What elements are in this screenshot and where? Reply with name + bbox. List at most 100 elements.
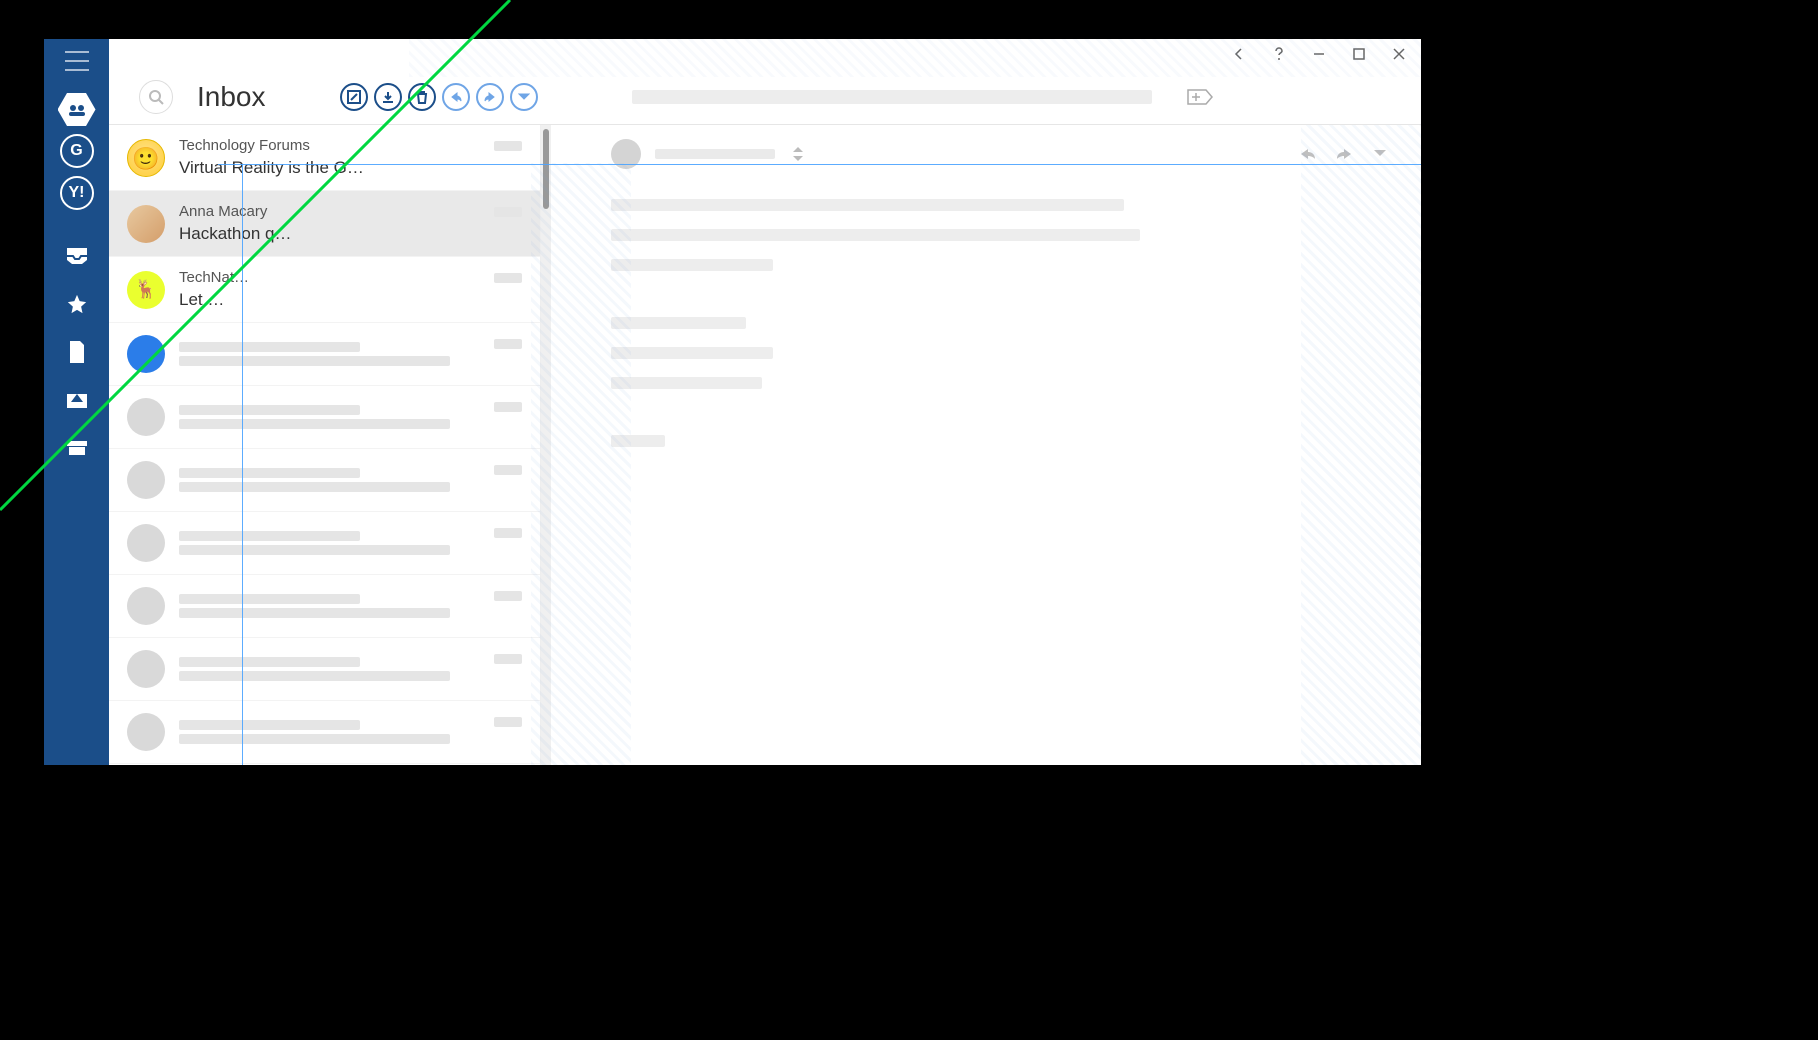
message-item[interactable] <box>109 386 540 449</box>
avatar <box>127 335 165 373</box>
main-area: Inbox <box>109 39 1421 765</box>
avatar <box>127 587 165 625</box>
message-time-placeholder <box>494 339 522 349</box>
page-title: Inbox <box>197 81 266 113</box>
placeholder-line <box>179 657 360 667</box>
message-time-placeholder <box>494 141 522 151</box>
message-subject: Let … <box>179 290 480 310</box>
message-time-placeholder <box>494 591 522 601</box>
header: Inbox <box>109 69 1421 125</box>
placeholder-line <box>179 482 450 492</box>
sidebar: G Y! <box>44 39 109 765</box>
placeholder-line <box>179 671 450 681</box>
placeholder-line <box>179 720 360 730</box>
placeholder-line <box>179 468 360 478</box>
message-text <box>179 468 480 492</box>
placeholder-line <box>179 356 450 366</box>
folder-sent-icon[interactable] <box>63 386 91 414</box>
message-text: Anna Macary Hackathon q… <box>179 203 480 244</box>
content: Technology Forums Virtual Reality is the … <box>109 125 1421 765</box>
account-unified-icon[interactable] <box>58 93 96 126</box>
message-text <box>179 405 480 429</box>
minimize-button[interactable] <box>1299 39 1339 69</box>
folder-drafts-icon[interactable] <box>63 338 91 366</box>
message-text: Technology Forums Virtual Reality is the … <box>179 137 480 178</box>
message-subject: Virtual Reality is the G… <box>179 158 480 178</box>
message-time-placeholder <box>494 528 522 538</box>
message-item[interactable] <box>109 512 540 575</box>
download-button[interactable] <box>374 83 402 111</box>
message-sender: Anna Macary <box>179 203 480 220</box>
message-item[interactable]: Technology Forums Virtual Reality is the … <box>109 125 540 191</box>
account-google-icon[interactable]: G <box>60 134 94 168</box>
sort-toggle[interactable] <box>793 147 803 161</box>
avatar <box>127 650 165 688</box>
reading-pane <box>551 125 1421 765</box>
divider-thumb-icon <box>543 129 549 209</box>
avatar <box>127 713 165 751</box>
folder-inbox-icon[interactable] <box>63 242 91 270</box>
message-text <box>179 531 480 555</box>
folder-archive-icon[interactable] <box>63 434 91 462</box>
reply-button[interactable] <box>442 83 470 111</box>
delete-button[interactable] <box>408 83 436 111</box>
help-button[interactable] <box>1259 39 1299 69</box>
account-yahoo-label: Y! <box>69 184 85 202</box>
message-text <box>179 657 480 681</box>
message-time-placeholder <box>494 273 522 283</box>
placeholder-line <box>179 608 450 618</box>
message-time-placeholder <box>494 654 522 664</box>
compose-button[interactable] <box>340 83 368 111</box>
message-sender: TechNat… <box>179 269 480 286</box>
avatar <box>127 398 165 436</box>
placeholder-line <box>179 734 450 744</box>
account-yahoo-icon[interactable]: Y! <box>60 176 94 210</box>
avatar <box>127 524 165 562</box>
message-text <box>179 594 480 618</box>
menu-icon[interactable] <box>65 51 89 71</box>
avatar <box>127 139 165 177</box>
message-list[interactable]: Technology Forums Virtual Reality is the … <box>109 125 541 765</box>
avatar <box>127 205 165 243</box>
subject-placeholder <box>632 90 1152 104</box>
message-item[interactable]: TechNat… Let … <box>109 257 540 323</box>
titlebar <box>109 39 1421 69</box>
message-text: TechNat… Let … <box>179 269 480 310</box>
message-item[interactable]: Anna Macary Hackathon q… <box>109 191 540 257</box>
placeholder-line <box>179 545 450 555</box>
placeholder-line <box>179 531 360 541</box>
search-button[interactable] <box>139 80 173 114</box>
guide-vline <box>242 164 243 765</box>
tag-button[interactable] <box>1186 86 1214 108</box>
placeholder-line <box>179 419 450 429</box>
reading-reply-button[interactable] <box>1297 143 1319 165</box>
reading-forward-button[interactable] <box>1333 143 1355 165</box>
placeholder-line <box>179 405 360 415</box>
reading-more-button[interactable] <box>1369 143 1391 165</box>
message-time-placeholder <box>494 402 522 412</box>
placeholder-line <box>179 342 360 352</box>
message-subject: Hackathon q… <box>179 224 480 244</box>
message-text <box>179 720 480 744</box>
message-sender: Technology Forums <box>179 137 480 154</box>
maximize-button[interactable] <box>1339 39 1379 69</box>
message-item[interactable] <box>109 323 540 386</box>
message-item[interactable] <box>109 575 540 638</box>
app-window: G Y! <box>44 39 1421 765</box>
back-button[interactable] <box>1219 39 1259 69</box>
more-button[interactable] <box>510 83 538 111</box>
reading-from-placeholder <box>655 149 775 159</box>
message-item[interactable] <box>109 449 540 512</box>
reading-body <box>611 199 1151 447</box>
message-time-placeholder <box>494 717 522 727</box>
message-time-placeholder <box>494 465 522 475</box>
avatar <box>127 271 165 309</box>
action-buttons <box>340 83 538 111</box>
forward-button[interactable] <box>476 83 504 111</box>
message-item[interactable] <box>109 638 540 701</box>
message-item[interactable] <box>109 701 540 764</box>
close-button[interactable] <box>1379 39 1419 69</box>
pane-divider[interactable] <box>541 125 551 765</box>
folder-starred-icon[interactable] <box>63 290 91 318</box>
placeholder-line <box>179 594 360 604</box>
